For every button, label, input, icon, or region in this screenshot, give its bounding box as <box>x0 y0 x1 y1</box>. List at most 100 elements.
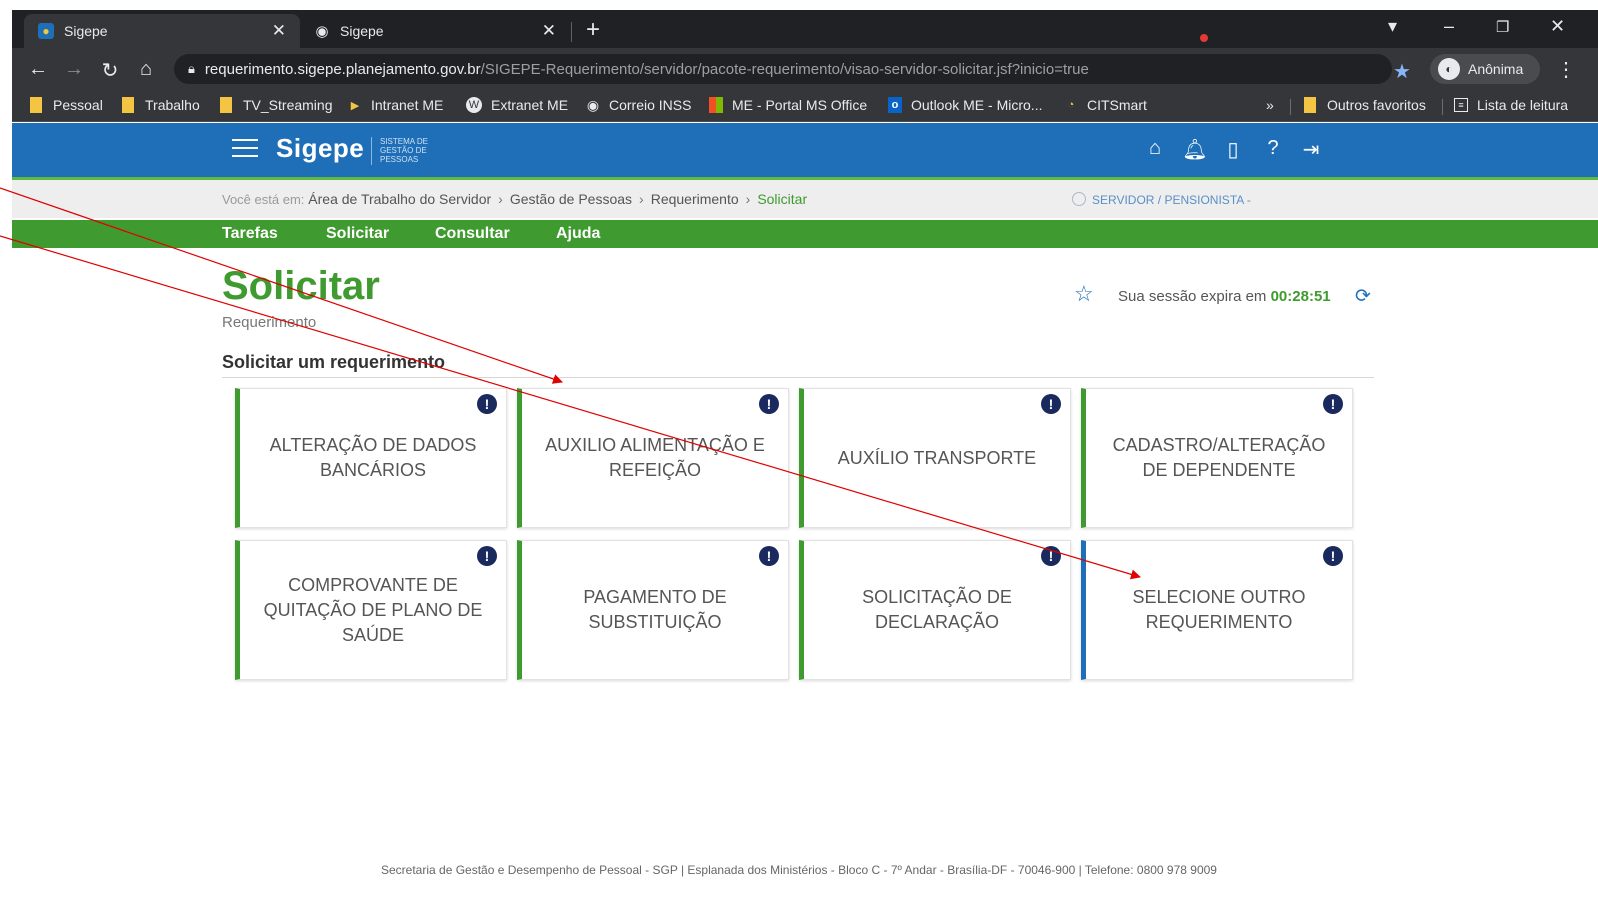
breadcrumb-bar: Você está em: Área de Trabalho do Servid… <box>12 180 1598 218</box>
sigepe-logo[interactable]: Sigepe <box>276 133 364 164</box>
hamburger-menu-icon[interactable] <box>232 139 258 163</box>
reload-icon[interactable]: ↻ <box>98 58 122 83</box>
breadcrumb-item[interactable]: Requerimento <box>651 191 739 207</box>
profile-name: Anônima <box>1468 61 1524 77</box>
browser-toolbar: ← → ↻ ⌂ 🔒︎ requerimento.sigepe.planejame… <box>12 48 1598 92</box>
home-icon[interactable]: ⌂ <box>134 58 158 81</box>
close-tab-icon[interactable]: ✕ <box>272 21 286 41</box>
citsmart-favicon-icon: ◔ <box>1067 99 1075 111</box>
sigepe-header: Sigepe SISTEMA DE GESTÃO DE PESSOAS ⌂ 🔔︎… <box>12 123 1598 177</box>
info-icon[interactable]: ! <box>759 394 779 414</box>
bookmark-citsmart[interactable]: ◔ CITSmart <box>1064 97 1147 113</box>
info-icon[interactable]: ! <box>477 394 497 414</box>
card-pagamento-substituicao[interactable]: ! PAGAMENTO DE SUBSTITUIÇÃO <box>517 540 789 680</box>
tab-search-icon[interactable]: ▾ <box>1388 16 1397 37</box>
bookmark-correio-inss[interactable]: ◉ Correio INSS <box>586 97 692 114</box>
user-profile-label[interactable]: SERVIDOR / PENSIONISTA - <box>1072 192 1251 207</box>
card-label: SOLICITAÇÃO DE DECLARAÇÃO <box>862 587 1012 632</box>
bookmark-star-icon[interactable]: ★ <box>1393 59 1411 84</box>
logout-icon[interactable]: ⇥ <box>1298 137 1324 162</box>
incognito-icon: ◐ <box>1438 58 1460 80</box>
bookmark-portal-ms-office[interactable]: ME - Portal MS Office <box>709 97 867 113</box>
favorite-star-icon[interactable]: ☆ <box>1074 281 1094 307</box>
bookmark-label: CITSmart <box>1087 97 1147 113</box>
card-label: CADASTRO/ALTERAÇÃO DE DEPENDENTE <box>1112 435 1326 480</box>
menu-item-ajuda[interactable]: Ajuda <box>556 225 600 243</box>
bookmark-outros-favoritos[interactable]: Outros favoritos <box>1304 97 1426 113</box>
info-icon[interactable]: ! <box>759 546 779 566</box>
page-title: Solicitar <box>222 264 380 308</box>
info-icon[interactable]: ! <box>1041 394 1061 414</box>
intranet-favicon-icon: ▶ <box>350 99 360 112</box>
bookmark-extranet-me[interactable]: W Extranet ME <box>466 97 568 113</box>
address-bar[interactable]: 🔒︎ requerimento.sigepe.planejamento.gov.… <box>174 54 1392 84</box>
breadcrumb-item[interactable]: Gestão de Pessoas <box>510 191 632 207</box>
breadcrumb-item[interactable]: Área de Trabalho do Servidor <box>308 191 491 207</box>
menu-item-consultar[interactable]: Consultar <box>435 225 510 243</box>
info-icon[interactable]: ! <box>1323 394 1343 414</box>
bookmark-label: Intranet ME <box>371 97 444 113</box>
new-tab-button[interactable]: + <box>586 16 600 44</box>
help-icon[interactable]: ? <box>1260 137 1286 160</box>
menu-item-tarefas[interactable]: Tarefas <box>222 225 278 243</box>
bookmark-tv-streaming[interactable]: TV_Streaming <box>220 97 332 113</box>
close-tab-icon[interactable]: ✕ <box>542 21 556 41</box>
menu-kebab-icon[interactable]: ⋮ <box>1556 57 1576 82</box>
card-auxilio-alimentacao[interactable]: ! AUXILIO ALIMENTAÇÃO E REFEIÇÃO <box>517 388 789 528</box>
card-comprovante-plano-saude[interactable]: ! COMPROVANTE DE QUITAÇÃO DE PLANO DE SA… <box>235 540 507 680</box>
logo-subtitle: SISTEMA DE GESTÃO DE PESSOAS <box>380 137 429 164</box>
breadcrumb-separator: › <box>639 191 644 207</box>
folder-icon <box>220 97 232 113</box>
bookmark-separator <box>1442 99 1443 115</box>
card-label: ALTERAÇÃO DE DADOS BANCÁRIOS <box>269 435 477 480</box>
profile-text: SERVIDOR / PENSIONISTA - <box>1092 193 1251 207</box>
forward-icon[interactable]: → <box>62 58 86 81</box>
window-close-button[interactable]: ✕ <box>1550 16 1565 37</box>
browser-tab-2[interactable]: ◉ Sigepe ✕ <box>300 14 570 48</box>
minimize-button[interactable]: – <box>1444 16 1454 37</box>
globe-favicon-icon: ◉ <box>315 23 329 40</box>
bookmark-label: Outros favoritos <box>1327 97 1426 113</box>
url-path: /SIGEPE-Requerimento/servidor/pacote-req… <box>480 60 1089 78</box>
bookmark-label: TV_Streaming <box>243 97 333 113</box>
bookmark-intranet-me[interactable]: ▶ Intranet ME <box>348 97 444 113</box>
bookmarks-overflow-button[interactable]: » <box>1266 97 1274 113</box>
book-icon[interactable]: ▯ <box>1220 137 1246 162</box>
tab-title: Sigepe <box>64 23 108 39</box>
profile-button[interactable]: ◐ Anônima <box>1430 54 1540 84</box>
bookmark-label: Trabalho <box>145 97 200 113</box>
info-icon[interactable]: ! <box>1323 546 1343 566</box>
card-alteracao-dados-bancarios[interactable]: ! ALTERAÇÃO DE DADOS BANCÁRIOS <box>235 388 507 528</box>
browser-window: ● Sigepe ✕ ◉ Sigepe ✕ + ▾ – ❐ ✕ ← → ↻ ⌂ … <box>12 10 1598 856</box>
card-solicitacao-declaracao[interactable]: ! SOLICITAÇÃO DE DECLARAÇÃO <box>799 540 1071 680</box>
restore-button[interactable]: ❐ <box>1496 18 1509 36</box>
reading-list-icon: ≡ <box>1454 98 1468 112</box>
bookmark-separator <box>1290 99 1291 115</box>
bookmark-trabalho[interactable]: Trabalho <box>122 97 200 113</box>
lock-icon: 🔒︎ <box>188 61 195 76</box>
info-icon[interactable]: ! <box>477 546 497 566</box>
card-cadastro-dependente[interactable]: ! CADASTRO/ALTERAÇÃO DE DEPENDENTE <box>1081 388 1353 528</box>
user-profile-icon <box>1072 192 1086 206</box>
menu-item-solicitar[interactable]: Solicitar <box>326 225 389 243</box>
reading-list-button[interactable]: ≡ Lista de leitura <box>1454 97 1568 113</box>
refresh-session-icon[interactable]: ⟳ <box>1355 285 1371 308</box>
bookmark-outlook-me[interactable]: o Outlook ME - Micro... <box>888 97 1042 113</box>
section-divider <box>222 377 1374 378</box>
browser-tab-1[interactable]: ● Sigepe ✕ <box>24 14 300 48</box>
notifications-bell-icon[interactable]: 🔔︎ <box>1182 137 1208 162</box>
home-icon[interactable]: ⌂ <box>1142 137 1168 160</box>
tab-separator <box>571 22 572 42</box>
back-icon[interactable]: ← <box>26 58 50 81</box>
tab-strip: ● Sigepe ✕ ◉ Sigepe ✕ + ▾ – ❐ ✕ <box>12 10 1598 48</box>
card-label: SELECIONE OUTRO REQUERIMENTO <box>1132 587 1306 632</box>
session-timer: Sua sessão expira em 00:28:51 <box>1118 288 1331 305</box>
breadcrumb: Você está em: Área de Trabalho do Servid… <box>222 191 807 207</box>
bookmark-label: Extranet ME <box>491 97 569 113</box>
card-auxilio-transporte[interactable]: ! AUXÍLIO TRANSPORTE <box>799 388 1071 528</box>
folder-icon <box>30 97 42 113</box>
bookmark-pessoal[interactable]: Pessoal <box>30 97 103 113</box>
info-icon[interactable]: ! <box>1041 546 1061 566</box>
logo-divider <box>371 137 372 165</box>
card-selecione-outro-requerimento[interactable]: ! SELECIONE OUTRO REQUERIMENTO <box>1081 540 1353 680</box>
